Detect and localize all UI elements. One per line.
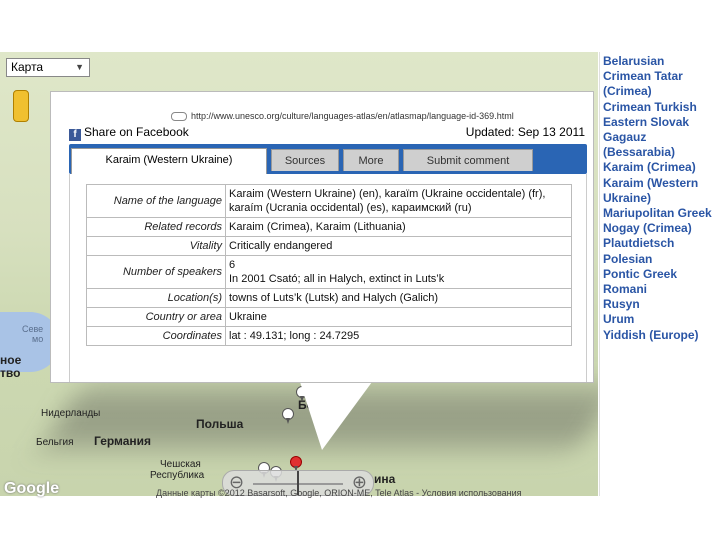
- infowindow-tail: [300, 382, 372, 450]
- share-facebook-label: Share on Facebook: [84, 125, 189, 139]
- map-label-belgium: Бельгия: [36, 437, 74, 448]
- language-link[interactable]: Nogay (Crimea): [603, 221, 718, 236]
- field-value: Ukraine: [225, 307, 572, 327]
- permalink-row[interactable]: http://www.unesco.org/culture/languages-…: [171, 111, 514, 122]
- map-label-sea-1: Севе: [22, 324, 44, 334]
- tab-submit-comment[interactable]: Submit comment: [403, 149, 533, 171]
- field-value[interactable]: Karaim (Crimea), Karaim (Lithuania): [225, 217, 572, 237]
- field-value: Critically endangered: [225, 236, 572, 256]
- table-row: Location(s) towns of Luts’k (Lutsk) and H…: [86, 288, 572, 308]
- language-link[interactable]: Belarusian: [603, 54, 718, 69]
- map-label-netherlands: Нидерланды: [41, 408, 101, 419]
- facebook-icon: f: [69, 129, 81, 141]
- language-link[interactable]: Polesian: [603, 252, 718, 267]
- language-link[interactable]: Mariupolitan Greek: [603, 206, 718, 221]
- field-value: Karaim (Western Ukraine) (en), karaïm (U…: [225, 184, 572, 218]
- field-label: Country or area: [86, 307, 226, 327]
- field-label: Vitality: [86, 236, 226, 256]
- language-link[interactable]: Pontic Greek: [603, 267, 718, 282]
- language-link[interactable]: Gagauz (Bessarabia): [603, 130, 718, 160]
- field-value: 6 In 2001 Csató; all in Halych, extinct …: [225, 255, 572, 289]
- map-copyright[interactable]: Данные карты ©2012 Basarsoft, Google, OR…: [156, 488, 522, 498]
- table-row: Name of the language Karaim (Western Ukra…: [86, 184, 572, 218]
- map-type-dropdown[interactable]: Карта ▼: [6, 58, 90, 77]
- table-row: Coordinates lat : 49.131; long : 24.7295: [86, 326, 572, 346]
- google-logo: Google: [4, 480, 60, 497]
- field-label: Name of the language: [86, 184, 226, 218]
- language-details-table: Name of the language Karaim (Western Ukra…: [86, 184, 572, 346]
- language-link[interactable]: Crimean Tatar (Crimea): [603, 69, 718, 99]
- language-link[interactable]: Karaim (Western Ukraine): [603, 176, 718, 206]
- map-label-sea-2: мо: [32, 334, 44, 344]
- map-label-germany: Германия: [94, 434, 152, 448]
- table-row: Country or area Ukraine: [86, 307, 572, 327]
- tab-bar: Karaim (Western Ukraine) Sources More Su…: [69, 144, 587, 174]
- field-value: towns of Luts’k (Lutsk) and Halych (Gali…: [225, 288, 572, 308]
- language-link[interactable]: Karaim (Crimea): [603, 160, 718, 175]
- info-window: http://www.unesco.org/culture/languages-…: [50, 91, 594, 383]
- map-type-value: Карта: [11, 60, 44, 74]
- language-link[interactable]: Urum: [603, 312, 718, 327]
- street-view-pegman-icon[interactable]: [13, 90, 29, 122]
- field-label: Number of speakers: [86, 255, 226, 289]
- table-row: Related records Karaim (Crimea), Karaim (…: [86, 217, 572, 237]
- language-list: Belarusian Crimean Tatar (Crimea) Crimean …: [603, 54, 718, 343]
- map-marker-selected[interactable]: [290, 456, 302, 472]
- table-row: Number of speakers 6 In 2001 Csató; all i…: [86, 255, 572, 289]
- language-link[interactable]: Yiddish (Europe): [603, 328, 718, 343]
- map-label-left-1: ное: [0, 353, 22, 367]
- tab-sources[interactable]: Sources: [271, 149, 339, 171]
- tab-content: Name of the language Karaim (Western Ukra…: [69, 174, 587, 382]
- field-value: lat : 49.131; long : 24.7295: [225, 326, 572, 346]
- divider: [599, 52, 600, 496]
- map-label-ukraine: ина: [374, 472, 396, 486]
- tab-karaim-western-ukraine[interactable]: Karaim (Western Ukraine): [71, 148, 267, 174]
- language-link[interactable]: Rusyn: [603, 297, 718, 312]
- field-label: Coordinates: [86, 326, 226, 346]
- tab-more[interactable]: More: [343, 149, 399, 171]
- language-link[interactable]: Crimean Turkish: [603, 100, 718, 115]
- chevron-down-icon: ▼: [75, 62, 84, 72]
- language-link[interactable]: Romani: [603, 282, 718, 297]
- map-label-czech-2: Республика: [150, 470, 205, 481]
- updated-date: Updated: Sep 13 2011: [465, 125, 585, 139]
- share-facebook[interactable]: f Share on Facebook: [69, 125, 189, 141]
- map-label-left-2: тво: [0, 366, 21, 380]
- table-row: Vitality Critically endangered: [86, 236, 572, 256]
- map-label-czech-1: Чешская: [160, 459, 201, 470]
- language-link[interactable]: Eastern Slovak: [603, 115, 718, 130]
- field-label: Related records: [86, 217, 226, 237]
- map-label-poland: Польша: [196, 417, 244, 431]
- map-marker[interactable]: [282, 408, 294, 424]
- field-label: Location(s): [86, 288, 226, 308]
- permalink-url[interactable]: http://www.unesco.org/culture/languages-…: [191, 111, 514, 121]
- language-link[interactable]: Plautdietsch: [603, 236, 718, 251]
- link-icon: [171, 112, 187, 122]
